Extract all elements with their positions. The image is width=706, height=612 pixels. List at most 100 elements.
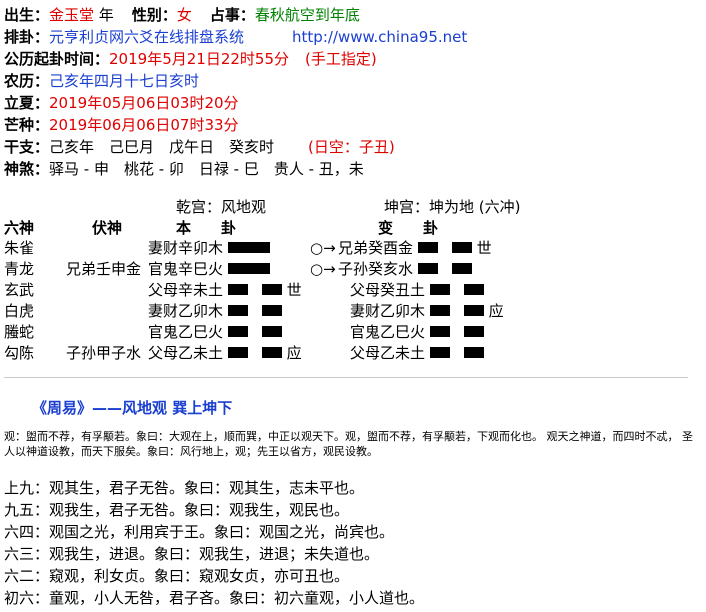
ben-yang-line [227, 263, 270, 274]
ben-yao-name: 父母辛未土 [148, 281, 224, 299]
zhouyi-text: 观：盥而不荐，有孚颙若。象曰：大观在上，顺而巽，中正以观天下。观，盥而不荐，有孚… [4, 430, 693, 458]
ben-yang-line [227, 242, 270, 253]
year-word: 年 [94, 6, 114, 24]
bian-yin-line [417, 242, 438, 253]
ben-yao-name: 妻财乙卯木 [148, 302, 224, 320]
yao-line: 九五：观我生，君子无咎。象曰：观我生，观民也。 [4, 501, 350, 519]
paigua-value: 元亨利贞网六爻在线排盘系统 [49, 28, 245, 46]
bian-yao-cell: 子孙癸亥水 [338, 259, 472, 279]
birth-row: 出生：金玉堂 年性别：女 占事：春秋航空到年底 [4, 4, 360, 26]
lixia-label: 立夏： [4, 94, 50, 112]
birth-label: 出生： [4, 6, 50, 24]
liushen: 青龙 [4, 260, 35, 278]
liushen: 玄武 [4, 281, 35, 299]
dong-mark: ○→ [310, 260, 336, 278]
dong-mark: ○→ [310, 239, 336, 257]
shensha-value: 驿马 - 申 桃花 - 卯 日禄 - 巳 贵人 - 丑，未 [49, 160, 364, 178]
liushen-cell: 勾陈 [4, 343, 34, 363]
ben-yin-line-right [261, 305, 282, 316]
ganzhi-label: 干支： [4, 138, 50, 156]
ben-yao-name: 父母乙未土 [148, 344, 224, 362]
dong-cell: ○→ [310, 259, 336, 279]
fushen: 兄弟壬申金 [66, 260, 142, 278]
bian-yin-line [417, 263, 438, 274]
liushen-cell: 玄武 [4, 280, 34, 300]
ben-yao-name: 官鬼乙巳火 [148, 323, 224, 341]
paigua-row: 排卦：元亨利贞网六爻在线排盘系统 http://www.china95.net [4, 26, 467, 48]
ben-yao-cell: 父母乙未土 应 [148, 343, 302, 363]
nongli-value: 己亥年四月十七日亥时 [49, 72, 200, 90]
liushen: 螣蛇 [4, 323, 35, 341]
fushen-cell: 子孙甲子水 [66, 343, 141, 363]
nongli-label: 农历： [4, 72, 50, 90]
bian-yao-name: 妻财乙卯木 [350, 302, 426, 320]
ben-mark: 世 [286, 281, 302, 299]
mangzhong-row: 芒种：2019年06月06日07时33分 [4, 114, 239, 136]
gongli-value: 2019年5月21日22时55分 [109, 50, 289, 68]
site-link[interactable]: http://www.china95.net [292, 28, 467, 46]
ben-yao-cell: 官鬼辛巳火 [148, 259, 270, 279]
ben-yin-line-right [261, 284, 282, 295]
bian-yin-line [429, 284, 450, 295]
divider [4, 377, 688, 378]
yao-line: 六二：窥观，利女贞。象曰：窥观女贞，亦可丑也。 [4, 567, 350, 585]
ben-yao-cell: 父母辛未土 世 [148, 280, 302, 300]
gender-value: 女 [176, 6, 192, 24]
liushen: 勾陈 [4, 344, 35, 362]
ben-yin-line-right [261, 326, 282, 337]
liushen-cell: 螣蛇 [4, 322, 34, 342]
col-ben: 本 卦 [176, 219, 237, 237]
ben-yao-name: 妻财辛卯木 [148, 239, 224, 257]
bian-yin-line-right [463, 284, 484, 295]
shensha-row: 神煞：驿马 - 申 桃花 - 卯 日禄 - 巳 贵人 - 丑，未 [4, 158, 364, 180]
kongwang: (日空：子丑) [308, 138, 395, 156]
ben-yin-line [227, 284, 248, 295]
mangzhong-value: 2019年06月06日07时33分 [49, 116, 239, 134]
liushen-cell: 青龙 [4, 259, 34, 279]
gongli-label: 公历起卦时间： [4, 50, 110, 68]
ganzhi-row: 干支：己亥年 己巳月 戊午日 癸亥时 (日空：子丑) [4, 136, 395, 158]
bian-gong-title: 坤宫：坤为地 (六冲) [384, 198, 521, 216]
yao-line: 上九：观其生，君子无咎。象曰：观其生，志未平也。 [4, 479, 365, 497]
paigua-label: 排卦： [4, 28, 50, 46]
bian-yao-cell: 父母乙未土 [350, 343, 484, 363]
col-bian: 变 卦 [378, 219, 439, 237]
bian-yin-line [429, 347, 450, 358]
bian-yao-cell: 妻财乙卯木 应 [350, 301, 504, 321]
ben-yin-line [227, 326, 248, 337]
bian-yao-cell: 父母癸丑土 [350, 280, 484, 300]
fushen-cell: 兄弟壬申金 [66, 259, 141, 279]
shensha-label: 神煞： [4, 160, 50, 178]
bian-yao-name: 父母癸丑土 [350, 281, 426, 299]
bian-yin-line [429, 305, 450, 316]
zhanshi-label: 占事： [209, 6, 255, 24]
ganzhi-value: 己亥年 己巳月 戊午日 癸亥时 [49, 138, 275, 156]
yao-line: 六四：观国之光，利用宾于王。象曰：观国之光，尚宾也。 [4, 523, 395, 541]
ben-yin-line [227, 305, 248, 316]
bian-mark: 应 [488, 302, 504, 320]
col-fushen: 伏神 [92, 219, 123, 237]
bian-yin-line-right [463, 326, 484, 337]
bian-yao-cell: 兄弟癸酉金 世 [338, 238, 492, 258]
bian-yin-line-right [463, 347, 484, 358]
ben-yao-name: 官鬼辛巳火 [148, 260, 224, 278]
liushen-cell: 朱雀 [4, 238, 34, 258]
lixia-value: 2019年05月06日03时20分 [49, 94, 239, 112]
bian-yao-name: 兄弟癸酉金 [338, 239, 414, 257]
bian-yin-line-right [451, 263, 472, 274]
liushen: 白虎 [4, 302, 35, 320]
zhanshi-value: 春秋航空到年底 [254, 6, 360, 24]
bian-yin-line-right [451, 242, 472, 253]
ben-yao-cell: 妻财乙卯木 [148, 301, 282, 321]
ben-yin-line [227, 347, 248, 358]
zhouyi-title: 《周易》——风地观 巽上坤下 [32, 399, 233, 417]
gongli-note: (手工指定) [305, 50, 377, 68]
ben-yao-cell: 官鬼乙巳火 [148, 322, 282, 342]
yao-line: 六三：观我生，进退。象曰：观我生，进退；未失道也。 [4, 545, 380, 563]
bian-yao-name: 官鬼乙巳火 [350, 323, 426, 341]
bian-yao-cell: 官鬼乙巳火 [350, 322, 484, 342]
yao-line: 初六：童观，小人无咎，君子吝。象曰：初六童观，小人道也。 [4, 589, 425, 607]
gender-label: 性别： [131, 6, 177, 24]
ben-yin-line-right [261, 347, 282, 358]
dong-cell: ○→ [310, 238, 336, 258]
